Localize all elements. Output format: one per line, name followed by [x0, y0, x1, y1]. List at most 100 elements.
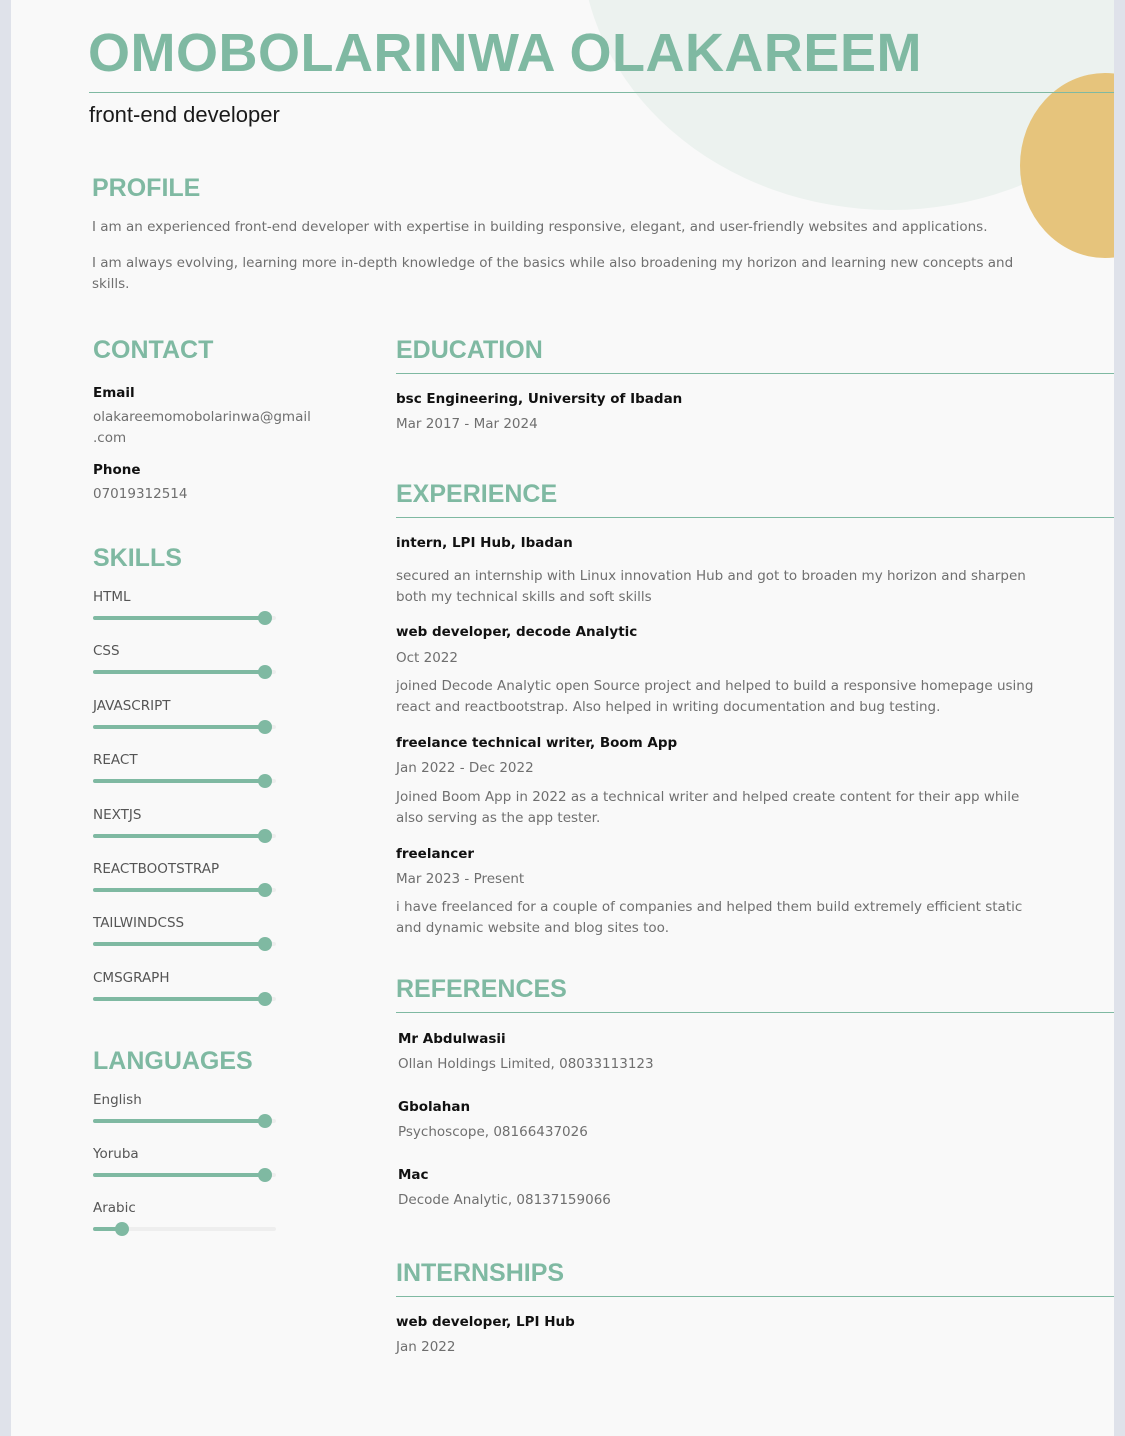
resume-role: front-end developer: [89, 102, 280, 127]
profile-paragraph-1: I am an experienced front-end developer …: [92, 219, 988, 235]
skill-level-fill: [93, 779, 266, 784]
language-level-knob: [258, 1168, 273, 1182]
skill-name: HTML: [93, 589, 131, 605]
experience-description-line: and dynamic website and blog sites too.: [396, 920, 669, 936]
experience-description: secured an internship with Linux innovat…: [396, 566, 1026, 608]
education-date: Mar 2017 - Mar 2024: [396, 416, 538, 432]
reference-name: Gbolahan: [398, 1099, 471, 1115]
experience-date: Oct 2022: [396, 650, 458, 666]
language-item: Arabic: [93, 1200, 278, 1244]
skill-level-knob: [258, 665, 273, 680]
skill-level-knob: [258, 937, 273, 952]
experience-description-line: also serving as the app tester.: [396, 810, 601, 826]
skill-level-fill: [93, 833, 266, 838]
internships-divider: [396, 1296, 1114, 1297]
references-divider: [396, 1012, 1114, 1013]
email-label: Email: [93, 385, 135, 401]
education-title: bsc Engineering, University of Ibadan: [396, 391, 683, 407]
reference-detail: Decode Analytic, 08137159066: [398, 1192, 611, 1208]
skill-name: REACT: [93, 752, 138, 769]
language-name: Arabic: [93, 1200, 136, 1216]
experience-divider: [396, 517, 1114, 518]
experience-description: i have freelanced for a couple of compan…: [396, 897, 1022, 939]
internship-date: Jan 2022: [396, 1339, 456, 1355]
education-divider: [396, 373, 1114, 374]
skill-item: CSS: [93, 643, 278, 687]
skill-item: TAILWINDCSS: [93, 915, 278, 959]
language-level-track: [93, 1168, 276, 1182]
skill-level-track: [93, 665, 276, 680]
skill-level-track: [93, 991, 276, 1006]
skill-item: REACT: [93, 752, 278, 796]
experience-description-line: Joined Boom App in 2022 as a technical w…: [396, 789, 1020, 805]
skill-level-knob: [258, 828, 273, 843]
skill-level-track: [93, 774, 276, 789]
language-level-fill: [93, 1119, 266, 1123]
email-value-line2: .com: [93, 430, 127, 446]
skill-level-knob: [258, 991, 273, 1006]
experience-title: intern, LPI Hub, Ibadan: [396, 535, 573, 551]
experience-description-line: joined Decode Analytic open Source proje…: [396, 678, 1034, 694]
language-level-track: [93, 1222, 276, 1236]
skill-name: NEXTJS: [93, 806, 142, 823]
phone-value[interactable]: 07019312514: [93, 484, 187, 505]
skill-level-fill: [93, 996, 266, 1001]
experience-description-line: secured an internship with Linux innovat…: [396, 568, 1026, 584]
skill-name: TAILWINDCSS: [93, 915, 185, 932]
skill-item: JAVASCRIPT: [93, 698, 278, 742]
reference-name: Mr Abdulwasii: [398, 1031, 506, 1047]
internship-title: web developer, LPI Hub: [396, 1314, 575, 1330]
experience-description-line: i have freelanced for a couple of compan…: [396, 899, 1023, 915]
email-value[interactable]: olakareemomobolarinwa@gmail .com: [93, 407, 311, 449]
skill-level-track: [93, 828, 276, 843]
experience-title: freelance technical writer, Boom App: [396, 735, 678, 751]
reference-name: Mac: [398, 1167, 429, 1183]
skill-level-fill: [93, 670, 266, 675]
skill-level-knob: [258, 774, 273, 789]
skill-level-knob: [258, 719, 273, 734]
language-level-fill: [93, 1173, 266, 1177]
references-heading: REFERENCES: [396, 975, 567, 1003]
education-heading: EDUCATION: [396, 336, 543, 364]
skill-item: CMSGRAPH: [93, 970, 278, 1014]
skill-level-track: [93, 883, 276, 897]
reference-detail: Ollan Holdings Limited, 08033113123: [398, 1056, 654, 1072]
skills-heading: SKILLS: [93, 544, 182, 572]
skill-item: HTML: [93, 589, 278, 633]
profile-paragraph-2: I am always evolving, learning more in-d…: [92, 255, 1014, 292]
language-level-knob: [115, 1222, 130, 1236]
skill-name: CSS: [93, 643, 120, 660]
experience-description-line: both my technical skills and soft skills: [396, 589, 652, 605]
experience-date: Mar 2023 - Present: [396, 871, 525, 887]
phone-label: Phone: [93, 462, 141, 478]
experience-title: web developer, decode Analytic: [396, 624, 638, 640]
email-value-line1: olakareemomobolarinwa@gmail: [93, 409, 311, 425]
skill-name: JAVASCRIPT: [93, 697, 171, 714]
language-item: Yoruba: [93, 1146, 278, 1190]
skill-level-knob: [258, 883, 273, 897]
resume-name: OMOBOLARINWA OLAKAREEM: [88, 23, 922, 83]
skill-level-fill: [93, 616, 266, 620]
header-divider: [89, 92, 1114, 93]
skill-level-track: [93, 937, 276, 952]
experience-title: freelancer: [396, 846, 475, 862]
experience-description: Joined Boom App in 2022 as a technical w…: [396, 787, 1019, 829]
language-name: Yoruba: [93, 1146, 139, 1162]
skill-level-fill: [93, 888, 266, 892]
contact-heading: CONTACT: [93, 336, 214, 364]
resume-page: OMOBOLARINWA OLAKAREEM front-end develop…: [11, 0, 1114, 1436]
skill-level-track: [93, 611, 276, 625]
experience-heading: EXPERIENCE: [396, 480, 558, 508]
internships-heading: INTERNSHIPS: [396, 1259, 565, 1287]
experience-description: joined Decode Analytic open Source proje…: [396, 676, 1033, 718]
skill-level-fill: [93, 724, 266, 729]
experience-description-line: react and reactbootstrap. Also helped in…: [396, 699, 941, 715]
reference-detail: Psychoscope, 08166437026: [398, 1124, 588, 1140]
skill-level-knob: [258, 611, 273, 625]
language-level-knob: [258, 1114, 273, 1128]
skill-item: REACTBOOTSTRAP: [93, 861, 278, 905]
skill-item: NEXTJS: [93, 807, 278, 851]
language-level-track: [93, 1114, 276, 1128]
skill-name: CMSGRAPH: [93, 969, 170, 986]
skill-name: REACTBOOTSTRAP: [93, 861, 220, 877]
